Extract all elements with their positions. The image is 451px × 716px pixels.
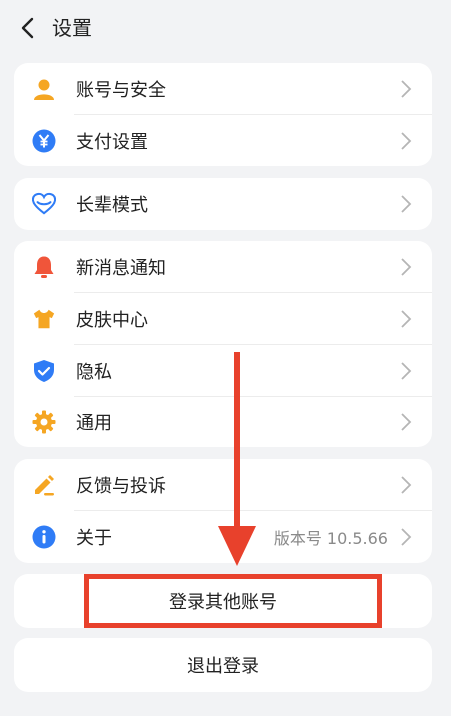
annotation-arrow: [218, 352, 256, 566]
